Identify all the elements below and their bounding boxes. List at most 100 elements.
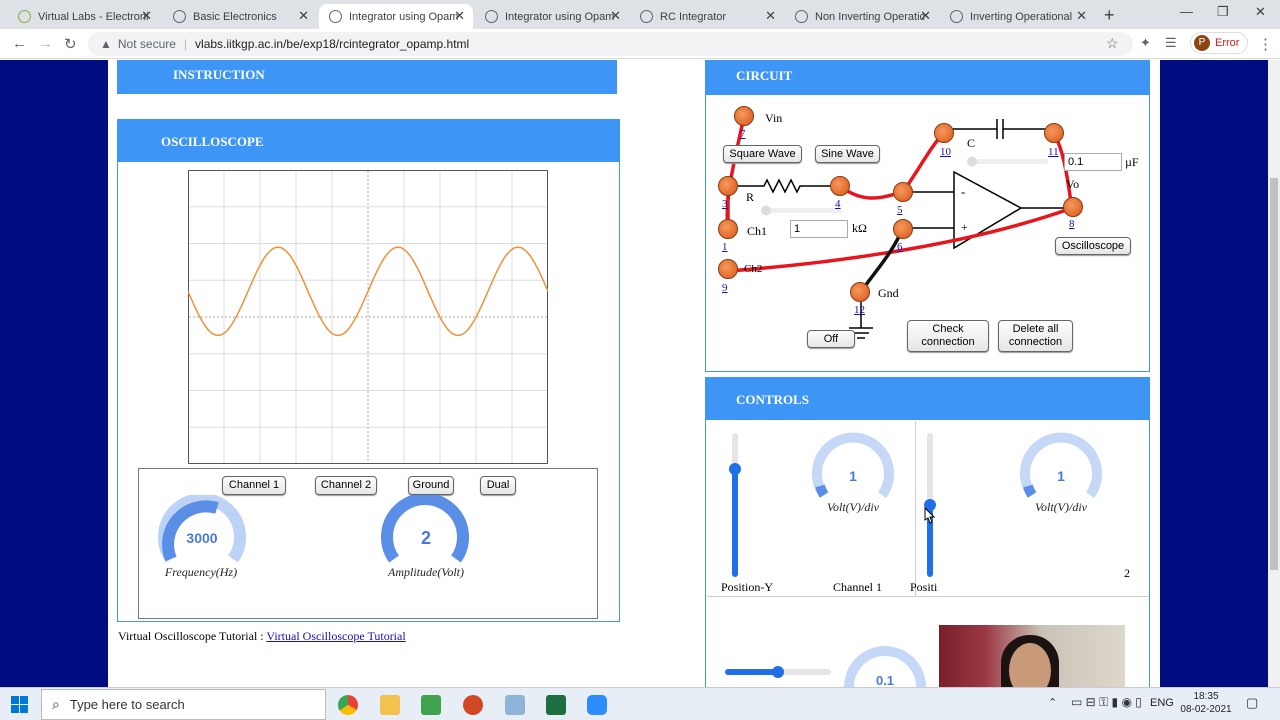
back-icon[interactable]: ←	[12, 35, 27, 52]
reading-list-icon[interactable]: ☰	[1165, 35, 1177, 51]
powerpoint-icon[interactable]	[463, 695, 483, 715]
node-7[interactable]	[734, 106, 754, 126]
security-status: Not secure	[117, 37, 176, 51]
node-11[interactable]	[1044, 123, 1064, 143]
star-icon[interactable]: ☆	[1106, 35, 1119, 52]
dual-button[interactable]: Dual	[480, 476, 516, 495]
tutorial-link[interactable]: Virtual Oscilloscope Tutorial	[266, 629, 405, 643]
forward-icon[interactable]: →	[38, 35, 53, 52]
tab-5[interactable]: RC Integrator ✕	[630, 4, 784, 29]
resistance-input[interactable]	[790, 220, 848, 238]
capacitance-input[interactable]	[1064, 153, 1122, 171]
ch1-volt-div-label: Volt(V)/div	[827, 500, 879, 514]
minimize-icon[interactable]: —	[1180, 4, 1193, 19]
channel1-button[interactable]: Channel 1	[222, 476, 286, 495]
tray-icons[interactable]: ▭ ⊟ ⚿ ▮ ◉ ▯	[1071, 695, 1142, 710]
close-icon[interactable]: ✕	[454, 8, 465, 24]
node-6-link[interactable]: 6	[897, 241, 903, 253]
slider-handle[interactable]	[729, 463, 741, 475]
node-5[interactable]	[893, 182, 913, 202]
tab-7[interactable]: Inverting Operational ✕	[940, 4, 1095, 29]
taskbar-search[interactable]: ⌕ Type here to search	[41, 689, 326, 720]
node-10-link[interactable]: 10	[940, 146, 951, 158]
taskbar: ⌕ Type here to search ⌃ ▭ ⊟ ⚿ ▮ ◉ ▯ ENG 1…	[0, 687, 1280, 720]
tab-6[interactable]: Non Inverting Operatic ✕	[785, 4, 939, 29]
close-icon[interactable]: ✕	[1076, 8, 1087, 24]
amplitude-label: Amplitude(Volt)	[388, 565, 464, 579]
url-text: vlabs.iitkgp.ac.in/be/exp18/rcintegrator…	[195, 37, 470, 51]
ground-button[interactable]: Ground	[408, 476, 454, 495]
node-1[interactable]	[718, 219, 738, 239]
frequency-label: Frequency(Hz)	[164, 565, 238, 579]
check-connection-button[interactable]: Check connection	[907, 320, 989, 352]
node-12[interactable]	[850, 282, 870, 302]
close-icon[interactable]: ✕	[920, 8, 931, 24]
ch1-position-slider[interactable]	[729, 433, 741, 577]
node-9-link[interactable]: 9	[722, 282, 728, 294]
ch2-volt-div-knob[interactable]	[1018, 431, 1104, 503]
paint-icon[interactable]	[421, 695, 441, 715]
globe-icon	[950, 10, 963, 23]
horizontal-slider[interactable]	[725, 666, 831, 678]
profile-button[interactable]: P Error	[1190, 32, 1248, 54]
tab-3[interactable]: Integrator using Opam ✕	[319, 4, 473, 29]
capacitor-label: C	[967, 136, 976, 150]
square-wave-button[interactable]: Square Wave	[723, 145, 802, 163]
windows-start-icon[interactable]	[11, 696, 28, 713]
close-icon[interactable]: ✕	[141, 8, 152, 24]
node-4-link[interactable]: 4	[835, 198, 841, 210]
channel2-button[interactable]: Channel 2	[315, 476, 377, 495]
slider-handle[interactable]	[772, 666, 784, 678]
menu-icon[interactable]: ⋮	[1258, 35, 1273, 53]
node-12-link[interactable]: 12	[854, 304, 865, 316]
slider-fill	[732, 469, 738, 577]
off-button[interactable]: Off	[807, 330, 855, 348]
position-label-2: Positi	[910, 580, 938, 594]
chrome-icon[interactable]	[338, 695, 358, 715]
node-6[interactable]	[893, 219, 913, 239]
node-4[interactable]	[830, 176, 850, 196]
tab-2[interactable]: Basic Electronics ✕	[163, 4, 317, 29]
notification-icon[interactable]: ▢	[1246, 695, 1258, 711]
webcam-overlay	[939, 625, 1125, 687]
node-1-link[interactable]: 1	[722, 241, 728, 253]
ch1-volt-div-knob[interactable]	[810, 431, 896, 503]
tab-1[interactable]: Virtual Labs - Electronic ✕	[8, 4, 160, 29]
globe-icon	[795, 10, 808, 23]
language-indicator[interactable]: ENG	[1150, 697, 1174, 709]
close-window-icon[interactable]: ✕	[1255, 4, 1266, 20]
resistance-unit: kΩ	[852, 221, 867, 235]
tab-4[interactable]: Integrator using Opam ✕	[475, 4, 629, 29]
excel-icon[interactable]	[546, 695, 566, 715]
oscilloscope-button[interactable]: Oscilloscope	[1055, 237, 1131, 255]
close-icon[interactable]: ✕	[765, 8, 776, 24]
clock[interactable]: 18:35 08-02-2021	[1176, 690, 1236, 716]
delete-connection-button[interactable]: Delete all connection	[998, 320, 1073, 352]
node-8-link[interactable]: 8	[1069, 218, 1075, 230]
maximize-icon[interactable]: ❐	[1217, 4, 1229, 20]
extensions-icon[interactable]: ✦	[1140, 35, 1151, 51]
node-10[interactable]	[934, 123, 954, 143]
node-7-link[interactable]: 7	[740, 128, 746, 140]
sine-wave-button[interactable]: Sine Wave	[815, 145, 880, 163]
ch2-position-slider[interactable]	[924, 433, 936, 577]
tray-chevron-icon[interactable]: ⌃	[1048, 696, 1057, 709]
page-scrollbar[interactable]	[1268, 60, 1280, 687]
node-11-link[interactable]: 11	[1048, 146, 1059, 158]
instruction-header[interactable]: INSTRUCTION	[117, 60, 617, 94]
url-bar[interactable]: ▲ Not secure | vlabs.iitkgp.ac.in/be/exp…	[88, 32, 1133, 56]
node-9[interactable]	[718, 259, 738, 279]
node-8[interactable]	[1063, 197, 1083, 217]
tools-icon[interactable]	[505, 695, 525, 715]
node-3[interactable]	[718, 176, 738, 196]
node-5-link[interactable]: 5	[897, 204, 903, 216]
scrollbar-thumb[interactable]	[1270, 178, 1278, 570]
close-icon[interactable]: ✕	[298, 8, 309, 24]
file-explorer-icon[interactable]	[380, 695, 400, 715]
zoom-icon[interactable]	[587, 695, 607, 715]
close-icon[interactable]: ✕	[610, 8, 621, 24]
node-3-link[interactable]: 3	[722, 198, 728, 210]
new-tab-icon[interactable]: +	[1104, 5, 1115, 26]
reload-icon[interactable]: ↻	[64, 35, 77, 53]
globe-icon	[640, 10, 653, 23]
